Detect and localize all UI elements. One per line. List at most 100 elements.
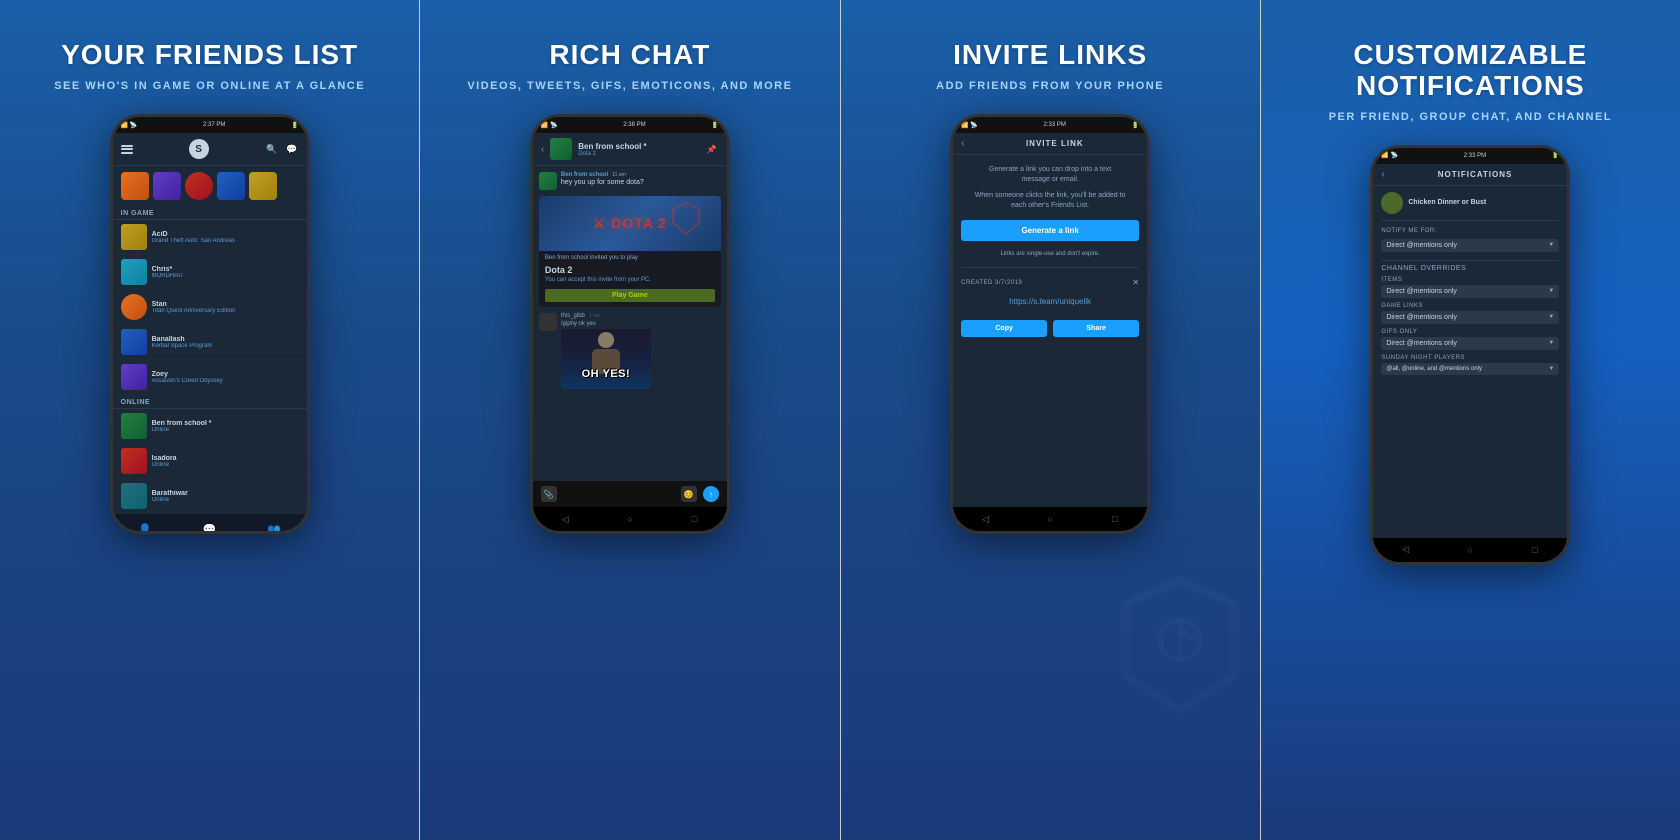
game-invite-image: ⚔ DOTA 2 (539, 196, 721, 251)
invite-body: Generate a link you can drop into a text… (953, 155, 1147, 507)
friend-status-isa: Online (152, 462, 299, 468)
giphy-content: this_gibb 1 am /giphy ok yes OH YES! (561, 313, 721, 389)
friend-avatar-zoey (121, 364, 147, 390)
friend-info-ban: Banallash Kerbal Space Program (152, 336, 299, 349)
nav-recents-3[interactable]: □ (1107, 511, 1123, 527)
avatar-2[interactable] (153, 172, 181, 200)
friend-item-zoey[interactable]: Zoey Assassin's Creed Odyssey (113, 360, 307, 395)
sunday-select[interactable]: @all, @online, and @mentions only ▼ (1381, 363, 1559, 375)
giphy-command: /giphy ok yes (561, 321, 721, 327)
play-button[interactable]: Play Game (545, 289, 715, 302)
friend-avatar-stan (121, 294, 147, 320)
tab-home[interactable]: 👤 (135, 519, 155, 531)
friend-item-bar[interactable]: Barathiwar Online (113, 479, 307, 514)
bottom-tabs: 👤 💬 👥 (113, 514, 307, 531)
friend-name-stan: Stan (152, 301, 299, 308)
notif-friend-name: Chicken Dinner or Bust (1408, 199, 1486, 206)
friends-header: S 🔍 💬 (113, 133, 307, 166)
items-label: Items (1381, 277, 1559, 283)
friend-item-isa[interactable]: Isadora Online (113, 444, 307, 479)
gifs-arrow: ▼ (1548, 340, 1554, 346)
friend-item-chris[interactable]: Chris* MORDHAU (113, 255, 307, 290)
invite-label-row: CREATED 3/7/2019 ✕ (961, 278, 1139, 287)
gifs-select[interactable]: Direct @mentions only ▼ (1381, 337, 1559, 350)
phone-mockup-2: 📶 📡 2:38 PM 🔋 ‹ Ben from school * Dota 2… (530, 114, 730, 534)
items-arrow: ▼ (1548, 288, 1554, 294)
msg-avatar-1 (539, 172, 557, 190)
friend-item-acid[interactable]: AciD Grand Theft Auto: San Andreas (113, 220, 307, 255)
chat-icon[interactable]: 💬 (285, 142, 299, 156)
status-battery-4: 🔋 (1552, 152, 1559, 159)
gifs-row: GIFs only Direct @mentions only ▼ (1381, 329, 1559, 350)
panel-chat: RICH CHAT VIDEOS, TWEETS, GIFS, EMOTICON… (420, 0, 839, 840)
chat-input-bar: 📎 😊 ↑ (533, 481, 727, 507)
friends-screen: 📶 📡 2:37 PM 🔋 S 🔍 💬 (113, 117, 307, 531)
status-icons-left-4: 📶 📡 (1381, 152, 1398, 159)
chat-pin-icon[interactable]: 📌 (705, 142, 719, 156)
android-nav-4: ◁ ○ □ (1373, 538, 1567, 562)
invite-desc: Generate a link you can drop into a text… (961, 165, 1139, 185)
status-bar-1: 📶 📡 2:37 PM 🔋 (113, 117, 307, 133)
direct-mention-value: Direct @mentions only (1386, 242, 1457, 249)
invite-header: ‹ INVITE LINK (953, 133, 1147, 155)
sunday-label: Sunday Night Players (1381, 355, 1559, 361)
copy-button[interactable]: Copy (961, 320, 1047, 337)
sunday-arrow: ▼ (1548, 366, 1554, 372)
generate-link-button[interactable]: Generate a link (961, 220, 1139, 241)
direct-mention-row: Direct @mentions only ▼ (1381, 239, 1559, 252)
section-ingame: In Game (113, 206, 307, 220)
friend-avatar-acid (121, 224, 147, 250)
nav-home-3[interactable]: ○ (1042, 511, 1058, 527)
avatar-4[interactable] (217, 172, 245, 200)
nav-home-2[interactable]: ○ (622, 511, 638, 527)
share-button[interactable]: Share (1053, 320, 1139, 337)
notif-header: ‹ NOTIFICATIONS (1373, 164, 1567, 186)
invite-desc-2: When someone clicks the link, you'll be … (961, 191, 1139, 211)
invite-back-button[interactable]: ‹ (961, 138, 964, 149)
emoji-icon[interactable]: 😊 (681, 486, 697, 502)
search-icon[interactable]: 🔍 (265, 142, 279, 156)
invite-created-label: CREATED 3/7/2019 (961, 280, 1022, 286)
send-icon[interactable]: ↑ (703, 486, 719, 502)
avatar-3[interactable] (185, 172, 213, 200)
nav-home-4[interactable]: ○ (1462, 542, 1478, 558)
panel-4-subtitle: PER FRIEND, GROUP CHAT, AND CHANNEL (1329, 110, 1612, 125)
back-button[interactable]: ‹ (541, 144, 544, 155)
tab-chat[interactable]: 💬 (200, 519, 220, 531)
items-row: Items Direct @mentions only ▼ (1381, 277, 1559, 298)
dota2-shield-icon (671, 201, 701, 236)
nav-back-4[interactable]: ◁ (1398, 542, 1414, 558)
friend-item-ben[interactable]: Ben from school * Online (113, 409, 307, 444)
tab-groups[interactable]: 👥 (264, 519, 284, 531)
status-time: 2:37 PM (203, 122, 225, 128)
direct-mention-select[interactable]: Direct @mentions only ▼ (1381, 239, 1559, 252)
sunday-value: @all, @online, and @mentions only (1386, 366, 1482, 372)
nav-recents-2[interactable]: □ (687, 511, 703, 527)
friend-item-ban[interactable]: Banallash Kerbal Space Program (113, 325, 307, 360)
game-links-select[interactable]: Direct @mentions only ▼ (1381, 311, 1559, 324)
phone-mockup-1: 📶 📡 2:37 PM 🔋 S 🔍 💬 (110, 114, 310, 534)
hamburger-icon[interactable] (121, 145, 133, 154)
friend-info-chris: Chris* MORDHAU (152, 266, 299, 279)
invite-action-btns: Copy Share (961, 320, 1139, 337)
avatar-5[interactable] (249, 172, 277, 200)
game-invite-text: Ben from school invited you to play (539, 251, 721, 265)
notif-friend-avatar (1381, 192, 1403, 214)
invite-close-icon[interactable]: ✕ (1132, 278, 1139, 287)
android-nav-2: ◁ ○ □ (533, 507, 727, 531)
friend-item-stan[interactable]: Stan Titan Quest Anniversary Edition (113, 290, 307, 325)
nav-recents-4[interactable]: □ (1527, 542, 1543, 558)
notif-back-button[interactable]: ‹ (1381, 169, 1384, 180)
giphy-image: OH YES! (561, 329, 651, 389)
notif-friend-row: Chicken Dinner or Bust (1381, 192, 1559, 221)
header-icons: 🔍 💬 (265, 142, 299, 156)
items-select[interactable]: Direct @mentions only ▼ (1381, 285, 1559, 298)
status-time-4: 2:33 PM (1464, 153, 1486, 159)
attachment-icon[interactable]: 📎 (541, 486, 557, 502)
nav-back-3[interactable]: ◁ (977, 511, 993, 527)
avatar-1[interactable] (121, 172, 149, 200)
nav-back-2[interactable]: ◁ (557, 511, 573, 527)
friend-status-bar: Online (152, 497, 299, 503)
chat-messages: Ben from school11 am hey you up for some… (533, 166, 727, 481)
status-bar-4: 📶 📡 2:33 PM 🔋 (1373, 148, 1567, 164)
